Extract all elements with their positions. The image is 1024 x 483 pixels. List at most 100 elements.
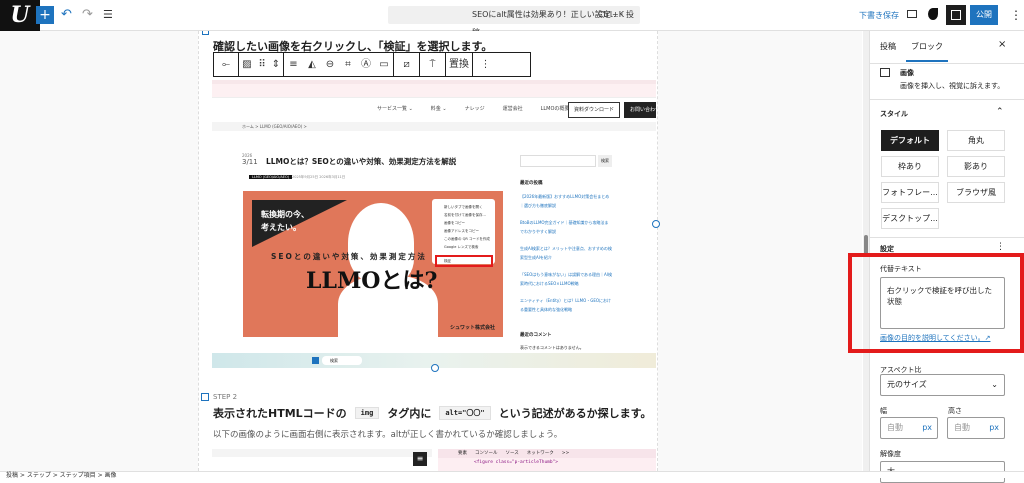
crop-icon[interactable]: ⌗ (339, 53, 357, 76)
step2-label: STEP 2 (213, 393, 238, 401)
post-title: LLMOとは？SEOとの違いや対策、効果測定方法を解説 (266, 157, 457, 166)
save-draft-button[interactable]: 下書き保存 (859, 10, 899, 21)
tab-block[interactable]: ブロック (906, 34, 948, 62)
ai-image-icon[interactable]: ⧄ (393, 53, 419, 76)
nav-item: サービス一覧 ⌄ (377, 106, 413, 112)
site-breadcrumb: ホーム > LLMO (GEO/AIO/AEO) > (212, 122, 656, 131)
replace-button[interactable]: 置換 (445, 53, 472, 76)
menu-item: 名前を付けて画像を保存... (444, 213, 486, 217)
style-default[interactable]: デフォルト (881, 130, 939, 151)
step-marker (201, 393, 209, 401)
document-overview-icon[interactable]: ☰ (103, 6, 113, 24)
heading-text: タグ内に (387, 407, 432, 420)
banner-title: LLMOとは? (306, 268, 438, 294)
menu-item: Google レンズで検索 (444, 245, 479, 249)
nav-item: 運営会社 (502, 106, 523, 112)
width-input[interactable]: 自動 px (880, 417, 938, 439)
devtools-image[interactable]: ≡ 要素 コンソール ソース ネットワーク >> <figure class="… (212, 449, 656, 471)
redo-icon[interactable]: ↷ (82, 6, 93, 24)
align-icon[interactable]: ≡ (283, 53, 303, 76)
devtools-tab: ソース (505, 451, 519, 456)
context-menu: 新しいタブで画像を開く 名前を付けて画像を保存... 画像をコピー 画像アドレス… (432, 199, 495, 267)
chevron-down-icon: ⌄ (991, 380, 998, 389)
recent-comments-title: 最近のコメント (520, 333, 552, 338)
chevron-up-icon[interactable]: ⌃ (996, 107, 1004, 117)
menu-item: 新しいタブで画像を開く (444, 205, 483, 209)
banner-image: 転換期の今、 考えたい。 SEOとの違いや対策、効果測定方法 LLMOとは? シュ… (243, 191, 503, 337)
width-label: 幅 (880, 407, 887, 415)
settings-toggle-button[interactable] (946, 5, 966, 25)
taskbar-search: 検索 (322, 356, 362, 365)
menu-item: この画像の QR コードを作成 (444, 237, 490, 241)
plugin-icon[interactable] (928, 8, 938, 20)
resize-handle[interactable] (652, 220, 660, 228)
alt-text-input[interactable]: 右クリックで検証を呼び出した状態 (880, 277, 1005, 329)
text-overlay-icon[interactable]: Ⓐ (357, 53, 375, 76)
parent-block-icon[interactable]: ⟜ (214, 53, 238, 76)
styles-title: スタイル (880, 110, 908, 118)
settings-options-icon[interactable]: ⋮ (996, 242, 1005, 252)
site-search-button: 検索 (598, 155, 612, 167)
devtools-tab: 要素 (458, 451, 467, 456)
style-photo-frame[interactable]: フォトフレー... (881, 182, 939, 203)
step2-heading: 表示されたHTMLコードの img タグ内に alt="〇〇" という記述がある… (213, 405, 652, 421)
block-style-icon[interactable]: ⍑ (419, 53, 445, 76)
banner-line2: 考えたい。 (261, 223, 301, 232)
heading-text: 表示されたHTMLコードの (213, 407, 347, 420)
duotone-icon[interactable]: ◭ (303, 53, 321, 76)
move-icon[interactable]: ⇕ (269, 53, 283, 76)
style-shadow[interactable]: 影あり (947, 156, 1005, 177)
block-handle[interactable] (202, 31, 209, 35)
block-breadcrumb[interactable]: 投稿 > ステップ > ステップ項目 > 画像 (0, 471, 1024, 479)
recent-posts-title: 最近の投稿 (520, 181, 543, 186)
menu-item-inspect: 検証 (435, 255, 493, 267)
more-options-icon[interactable]: ⋮ (472, 53, 498, 76)
banner-subtitle: SEOとの違いや対策、効果測定方法 (271, 252, 427, 261)
resize-handle[interactable] (431, 364, 439, 372)
undo-icon[interactable]: ↶ (61, 6, 72, 24)
unit: px (989, 423, 999, 432)
alt-text-label: 代替テキスト (880, 265, 922, 273)
inline-code: img (354, 407, 380, 419)
style-desktop[interactable]: デスクトップ... (881, 208, 939, 229)
menu-item: 画像をコピー (444, 221, 465, 225)
close-icon[interactable]: × (998, 39, 1006, 50)
height-label: 高さ (948, 407, 962, 415)
alt-help-link[interactable]: 画像の目的を説明してください。↗ (880, 334, 990, 343)
post-dates: 2025年9月25日 2026年3月11日 (292, 175, 346, 179)
recent-post-link: 「SEOはもう意味がない」は誤解である理由｜AI検索時代におけるSEO×LLMO… (520, 272, 612, 286)
resolution-label: 解像度 (880, 450, 901, 458)
nav-item: LLMOの概要 (540, 106, 570, 112)
inline-code: alt="〇〇" (439, 406, 491, 420)
screenshot-image[interactable]: サービス一覧 ⌄ 料金 ⌄ ナレッジ 運営会社 LLMOの概要 資料ダウンロード… (212, 80, 656, 368)
options-icon[interactable]: ⋮ (1010, 8, 1022, 22)
scrollbar-thumb[interactable] (864, 235, 868, 255)
contact-button: お問い合わせ (624, 102, 656, 118)
no-comments: 表示できるコメントはありません。 (520, 345, 584, 350)
unit: px (922, 423, 932, 432)
style-browser[interactable]: ブラウザ風 (947, 182, 1005, 203)
aspect-ratio-value: 元のサイズ (887, 380, 927, 389)
aspect-ratio-select[interactable]: 元のサイズ ⌄ (880, 374, 1005, 396)
caption-icon[interactable]: ▭ (375, 53, 393, 76)
height-input[interactable]: 自動 px (947, 417, 1005, 439)
drag-handle-icon[interactable]: ⠿ (255, 53, 269, 76)
nav-item: 料金 ⌄ (430, 106, 447, 112)
link-icon[interactable]: ⊖ (321, 53, 339, 76)
step2-body: 以下の画像のように画面右側に表示されます。altが正しく書かれているか確認しまし… (213, 430, 563, 440)
recent-post-link: BtoBのLLMO完全ガイド｜基礎知識から攻略法までわかりやすく解説 (520, 220, 609, 234)
add-block-button[interactable]: + (36, 6, 54, 24)
site-logo[interactable]: U (0, 0, 40, 31)
tab-post[interactable]: 投稿 (880, 41, 896, 52)
nav-item: ナレッジ (464, 106, 485, 112)
recent-post-link: エンティティ（Entity）とは？LLMO・GEOにおける重要性と具体的な強化戦… (520, 298, 612, 312)
block-name: 画像 (900, 69, 914, 77)
style-bordered[interactable]: 枠あり (881, 156, 939, 177)
command-palette[interactable]: SEOにalt属性は効果あり！正しい設定... · 投稿 Ctrl+K (388, 6, 640, 37)
publish-button[interactable]: 公開 (970, 5, 998, 25)
download-button: 資料ダウンロード (568, 102, 620, 118)
style-rounded[interactable]: 角丸 (947, 130, 1005, 151)
settings-sidebar: 投稿 ブロック × 画像 画像を挿入し、視覚に訴えます。 スタイル ⌃ デフォル… (848, 31, 1024, 483)
preview-icon[interactable] (907, 10, 917, 18)
image-icon[interactable]: ▨ (238, 53, 255, 76)
